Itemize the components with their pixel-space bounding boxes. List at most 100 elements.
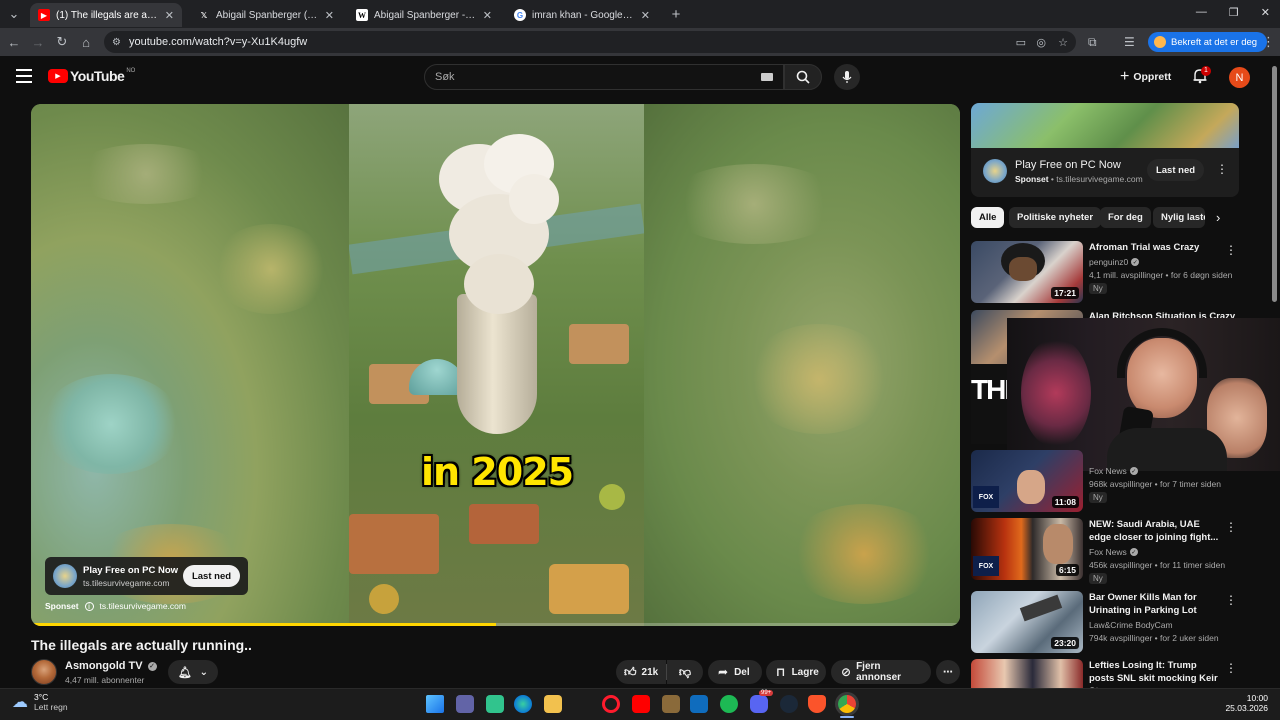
sidebar-ad-card[interactable]: Play Free on PC Now Sponset • ts.tilesur… <box>971 103 1239 197</box>
page-scrollbar[interactable] <box>1271 60 1278 688</box>
edge-browser-icon[interactable] <box>514 695 532 713</box>
more-vertical-icon[interactable]: ⋮ <box>1225 243 1237 257</box>
chip-for-you[interactable]: For deg <box>1100 207 1151 228</box>
like-count: 21k <box>641 666 659 678</box>
subscribe-bell-button[interactable]: 🔔︎ ⌄ <box>168 660 218 684</box>
tab-x-spanberger[interactable]: 𝕏 Abigail Spanberger (@Spanbe ✕ <box>190 3 342 27</box>
scrollbar-thumb[interactable] <box>1272 66 1277 302</box>
back-icon[interactable]: ← <box>2 30 26 54</box>
video-thumbnail[interactable]: 17:21 <box>971 241 1083 303</box>
tab-title: (1) The illegals are actually runn <box>56 9 159 21</box>
ad-download-button[interactable]: Last ned <box>183 565 240 587</box>
close-tab-icon[interactable]: ✕ <box>325 9 334 22</box>
media-app-icon[interactable] <box>662 695 680 713</box>
video-meta: 456k avspillinger • for 11 timer siden <box>1089 560 1226 570</box>
like-button[interactable]: 👍︎ 21k <box>616 660 666 684</box>
tab-google[interactable]: G imran khan - Google-søk ✕ <box>506 3 658 27</box>
outlook-icon[interactable] <box>690 695 708 713</box>
video-thumbnail[interactable]: 23:20 <box>971 591 1083 653</box>
keyboard-icon[interactable] <box>761 73 773 81</box>
channel-name[interactable]: Asmongold TV ✓ <box>65 660 157 672</box>
opera-icon[interactable] <box>602 695 620 713</box>
tab-list-chevron-icon[interactable]: ⌄ <box>4 2 24 26</box>
new-tab-plus-icon[interactable]: + <box>664 2 688 26</box>
dislike-button[interactable]: 👎︎ <box>667 660 703 684</box>
video-player[interactable]: in 2025 <box>31 104 960 626</box>
video-progress-bar[interactable] <box>31 623 960 626</box>
chip-recently-uploaded[interactable]: Nylig lastet <box>1153 207 1205 228</box>
minimize-icon[interactable]: — <box>1196 6 1207 19</box>
in-video-ad-card[interactable]: Play Free on PC Now ts.tilesurvivegame.c… <box>45 557 248 595</box>
spotify-icon[interactable] <box>720 695 738 713</box>
windows-start-icon[interactable] <box>426 695 444 713</box>
voice-search-button[interactable] <box>834 64 860 90</box>
avatar[interactable]: N <box>1229 67 1250 88</box>
browser-menu-icon[interactable]: ⋮ <box>1262 34 1275 50</box>
verified-check-icon: ✓ <box>1131 258 1140 266</box>
tab-youtube[interactable]: ▶ (1) The illegals are actually runn ✕ <box>30 3 182 27</box>
site-info-icon[interactable]: ⚙ <box>112 37 121 48</box>
info-icon[interactable]: i <box>84 601 94 611</box>
clock[interactable]: 10:00 25.03.2026 <box>1222 693 1268 713</box>
bookmark-star-icon[interactable]: ☆ <box>1058 36 1068 49</box>
chip-political-news[interactable]: Politiske nyheter <box>1009 207 1102 228</box>
share-button[interactable]: ➦ Del <box>708 660 762 684</box>
reading-list-icon[interactable]: ☰ <box>1124 35 1135 49</box>
video-thumbnail[interactable] <box>971 659 1083 688</box>
search-input[interactable]: Søk <box>424 64 784 90</box>
list-item[interactable]: 23:20 Bar Owner Kills Man for Urinating … <box>971 591 1241 655</box>
xbox-app-icon[interactable] <box>486 695 504 713</box>
weather-widget[interactable]: ☁ 3°C Lett regn <box>12 692 68 712</box>
sidebar-ad-more-icon[interactable]: ⋮ <box>1216 162 1228 176</box>
search-button[interactable] <box>784 64 822 90</box>
discord-icon[interactable]: 99+ <box>750 690 774 713</box>
youtube-app-icon[interactable] <box>632 695 650 713</box>
chrome-icon[interactable] <box>838 695 856 713</box>
youtube-logo[interactable]: ▶ YouTube NO <box>48 68 135 84</box>
more-vertical-icon[interactable]: ⋮ <box>1225 661 1237 675</box>
channel-avatar[interactable] <box>31 659 57 685</box>
list-item[interactable]: FOX 11:08 Fox News ✓ 968k avspillinger •… <box>971 450 1241 514</box>
more-vertical-icon[interactable]: ⋮ <box>1225 520 1237 534</box>
file-explorer-icon[interactable] <box>544 695 562 713</box>
sponsored-domain[interactable]: ts.tilesurvivegame.com <box>100 601 186 611</box>
list-item[interactable]: 17:21 Afroman Trial was Crazy penguinz0 … <box>971 241 1241 305</box>
notifications-button[interactable]: 1 <box>1192 66 1211 86</box>
eye-off-icon[interactable]: ◎ <box>1036 36 1046 49</box>
steam-icon[interactable] <box>780 695 798 713</box>
save-button[interactable]: ⊓ Lagre <box>766 660 826 684</box>
chip-all[interactable]: Alle <box>971 207 1005 228</box>
chips-next-chevron-icon[interactable]: › <box>1216 210 1220 225</box>
cast-icon[interactable]: ▭ <box>1016 36 1026 49</box>
close-tab-icon[interactable]: ✕ <box>641 9 650 22</box>
reload-icon[interactable]: ↻ <box>50 30 74 54</box>
close-tab-icon[interactable]: ✕ <box>483 9 492 22</box>
extensions-icon[interactable]: ⧉ <box>1088 35 1097 50</box>
list-item[interactable]: FOX 6:15 NEW: Saudi Arabia, UAE edge clo… <box>971 518 1241 584</box>
verify-label: Bekreft at det er deg <box>1171 36 1258 48</box>
close-window-icon[interactable]: ✕ <box>1261 6 1270 19</box>
forward-icon[interactable]: → <box>26 30 50 54</box>
sponsored-label: Sponset i ts.tilesurvivegame.com <box>45 601 186 611</box>
browser-tab-bar: ⌄ ▶ (1) The illegals are actually runn ✕… <box>0 0 1280 28</box>
create-button[interactable]: + Opprett <box>1120 68 1171 86</box>
more-horizontal-icon: ⋯ <box>943 666 953 678</box>
brave-icon[interactable] <box>808 695 826 713</box>
home-icon[interactable]: ⌂ <box>74 30 98 54</box>
hamburger-menu-icon[interactable] <box>16 69 32 83</box>
video-thumbnail[interactable]: FOX 11:08 <box>971 450 1083 512</box>
remove-ads-button[interactable]: ⊘ Fjern annonser <box>831 660 931 684</box>
address-bar[interactable]: ⚙ youtube.com/watch?v=y-Xu1K4ugfw ▭ ◎ ☆ <box>104 31 1076 53</box>
duration-badge: 6:15 <box>1055 564 1079 576</box>
list-item[interactable]: Lefties Losing It: Trump posts SNL skit … <box>971 659 1241 688</box>
video-thumbnail[interactable]: FOX 6:15 <box>971 518 1083 580</box>
more-actions-button[interactable]: ⋯ <box>936 660 960 684</box>
tab-wikipedia[interactable]: W Abigail Spanberger - Wikipedia ✕ <box>348 3 500 27</box>
teams-icon[interactable] <box>456 695 474 713</box>
restore-icon[interactable]: ❐ <box>1229 6 1239 19</box>
close-tab-icon[interactable]: ✕ <box>165 9 174 22</box>
channel-name-text: Asmongold TV <box>65 660 143 672</box>
sidebar-ad-download-button[interactable]: Last ned <box>1147 159 1204 181</box>
verify-identity-button[interactable]: Bekreft at det er deg <box>1148 32 1268 52</box>
more-vertical-icon[interactable]: ⋮ <box>1225 593 1237 607</box>
